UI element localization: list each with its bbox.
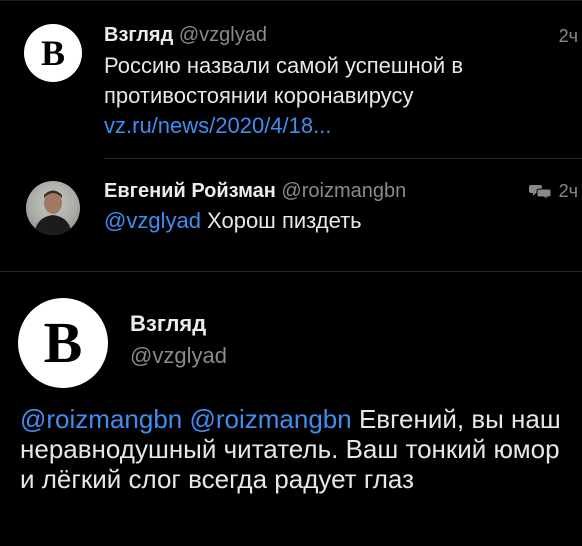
conversation-icon — [528, 184, 551, 201]
tweet-time-row: 2ч — [528, 181, 578, 202]
tweet-text: @vzglyad Хорош пиздеть — [104, 206, 544, 236]
tweet-body: Россию назвали самой успешной в противос… — [104, 53, 464, 108]
avatar-roizman[interactable] — [26, 181, 80, 235]
tweet-author[interactable]: Евгений Ройзман @roizmangbn — [104, 180, 406, 203]
avatar-letter: B — [43, 310, 83, 375]
author-name: Взгляд — [104, 24, 174, 46]
tweet-mention[interactable]: @roizmangbn — [20, 404, 182, 434]
top-divider — [0, 0, 582, 1]
tweet-link[interactable]: vz.ru/news/2020/4/18... — [104, 113, 331, 138]
main-tweet-author-name[interactable]: Взгляд — [130, 311, 206, 337]
tweet-body: Хорош пиздеть — [200, 208, 362, 233]
tweet-author[interactable]: Взгляд @vzglyad — [104, 24, 267, 47]
person-photo-icon — [34, 190, 72, 235]
main-tweet-text: @roizmangbn @roizmangbn Евгений, вы наш … — [20, 404, 580, 494]
author-handle: @vzglyad — [178, 24, 267, 46]
tweet-mention[interactable]: @roizmangbn — [189, 404, 351, 434]
author-handle: @roizmangbn — [281, 180, 407, 202]
tweet-time: 2ч — [558, 181, 578, 201]
avatar-vzglyad[interactable]: B — [24, 24, 82, 82]
tweet-mention[interactable]: @vzglyad — [104, 208, 201, 233]
tweet-time: 2ч — [558, 26, 578, 46]
main-tweet-author-handle[interactable]: @vzglyad — [130, 343, 227, 369]
tweet-text: Россию назвали самой успешной в противос… — [104, 51, 544, 141]
section-divider — [0, 271, 582, 272]
avatar-vzglyad-large[interactable]: B — [18, 298, 108, 388]
avatar-letter: B — [40, 33, 65, 73]
author-name: Евгений Ройзман — [104, 180, 276, 202]
tweet-divider — [104, 158, 582, 159]
